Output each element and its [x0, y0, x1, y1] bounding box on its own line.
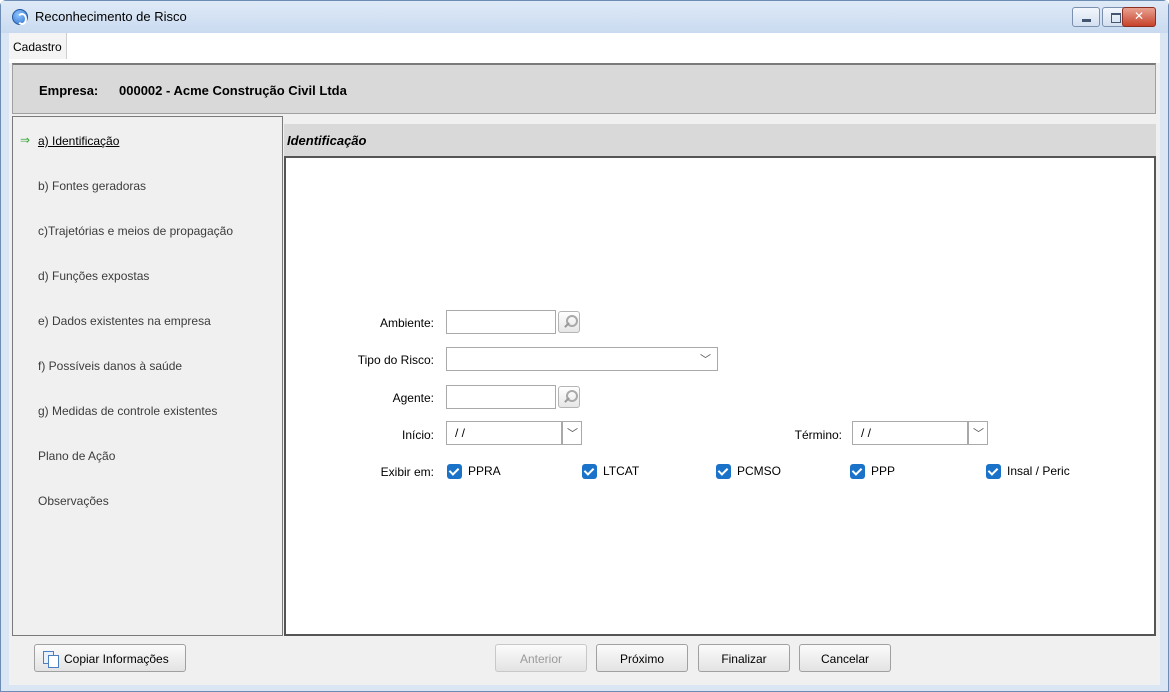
termino-label: Término:: [794, 428, 842, 442]
inicio-date-input[interactable]: / /: [446, 421, 562, 445]
step-funcoes-expostas[interactable]: d) Funções expostas: [38, 269, 149, 289]
chevron-down-icon: ﹀: [567, 428, 578, 440]
step-identificacao[interactable]: a) Identificação: [38, 134, 119, 154]
wizard-steps-sidebar: ⇒ a) Identificação b) Fontes geradoras c…: [12, 116, 283, 636]
step-trajetorias[interactable]: c)Trajetórias e meios de propagação: [38, 224, 233, 244]
title-bar[interactable]: Reconhecimento de Risco: [1, 1, 1168, 33]
finish-button[interactable]: Finalizar: [698, 644, 790, 672]
step-plano-acao[interactable]: Plano de Ação: [38, 449, 115, 469]
company-header: Empresa: 000002 - Acme Construção Civil …: [12, 63, 1156, 114]
step-danos-saude[interactable]: f) Possíveis danos à saúde: [38, 359, 182, 379]
menu-bar: Cadastro: [9, 33, 1160, 63]
termino-date-input[interactable]: / /: [852, 421, 968, 445]
window-title: Reconhecimento de Risco: [35, 9, 187, 24]
copy-icon: [43, 651, 59, 668]
ppra-checkbox[interactable]: PPRA: [447, 463, 517, 481]
window-client-area: Cadastro Empresa: 000002 - Acme Construç…: [9, 33, 1160, 685]
step-dados-existentes[interactable]: e) Dados existentes na empresa: [38, 314, 211, 334]
chevron-down-icon: ﹀: [973, 428, 984, 440]
copy-info-button[interactable]: Copiar Informações: [34, 644, 186, 672]
pcmso-checkbox[interactable]: PCMSO: [716, 463, 791, 481]
termino-date-dropdown[interactable]: ﹀: [968, 421, 988, 445]
ambiente-label: Ambiente:: [379, 316, 434, 330]
checkmark-icon: [582, 464, 597, 479]
company-label: Empresa:: [39, 83, 99, 98]
chevron-down-icon: ﹀: [700, 354, 711, 366]
step-medidas-controle[interactable]: g) Medidas de controle existentes: [38, 404, 217, 424]
app-window: Reconhecimento de Risco Cadastro Empresa…: [0, 0, 1169, 692]
agente-label: Agente:: [392, 391, 434, 405]
checkmark-icon: [986, 464, 1001, 479]
identificacao-panel: Ambiente: Tipo do Risco: ﹀ Agente: Iníci…: [284, 156, 1156, 636]
checkmark-icon: [447, 464, 462, 479]
panel-header: Identificação: [284, 124, 1156, 156]
ltcat-checkbox[interactable]: LTCAT: [582, 463, 652, 481]
menu-item-cadastro[interactable]: Cadastro: [9, 33, 67, 59]
minimize-button[interactable]: [1072, 7, 1100, 27]
agente-input[interactable]: [446, 385, 556, 409]
inicio-label: Início:: [401, 428, 434, 442]
insal-peric-checkbox[interactable]: Insal / Peric: [986, 463, 1096, 481]
tipo-risco-label: Tipo do Risco:: [357, 353, 434, 367]
agente-search-icon[interactable]: [558, 386, 580, 408]
step-fontes-geradoras[interactable]: b) Fontes geradoras: [38, 179, 146, 199]
next-button[interactable]: Próximo: [596, 644, 688, 672]
close-button[interactable]: [1122, 7, 1156, 27]
cancel-button[interactable]: Cancelar: [799, 644, 891, 672]
exibir-em-label: Exibir em:: [380, 465, 434, 479]
ppp-checkbox[interactable]: PPP: [850, 463, 910, 481]
ambiente-search-icon[interactable]: [558, 311, 580, 333]
company-value: 000002 - Acme Construção Civil Ltda: [119, 83, 347, 98]
step-observacoes[interactable]: Observações: [38, 494, 109, 514]
inicio-date-dropdown[interactable]: ﹀: [562, 421, 582, 445]
tipo-risco-select[interactable]: ﹀: [446, 347, 718, 371]
current-step-arrow-icon: ⇒: [20, 133, 31, 147]
checkmark-icon: [850, 464, 865, 479]
checkmark-icon: [716, 464, 731, 479]
copy-info-label: Copiar Informações: [64, 652, 169, 666]
ambiente-input[interactable]: [446, 310, 556, 334]
previous-button[interactable]: Anterior: [495, 644, 587, 672]
app-logo-icon: [12, 9, 28, 25]
panel-title: Identificação: [287, 133, 367, 148]
